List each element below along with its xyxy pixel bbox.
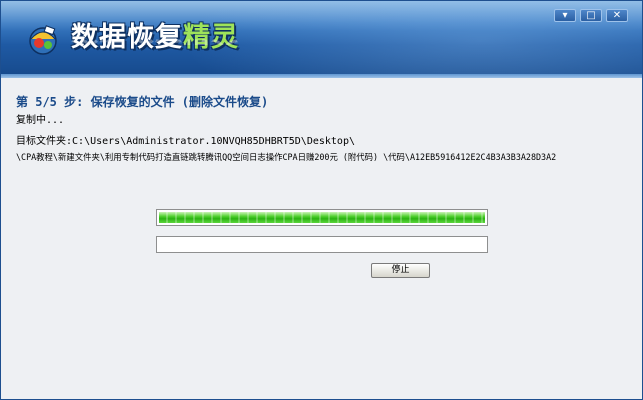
target-folder-path: C:\Users\Administrator.10NVQH85DHBRT5D\D… [72,136,355,147]
data-recovery-logo-icon [29,25,57,55]
app-title-reflection-main: 数据恢复 [71,34,183,45]
file-progress-fill [159,212,485,223]
app-title-reflection-accent: 精灵 [183,34,239,45]
minimize-button[interactable]: ▾ [554,9,576,22]
app-window: 数据恢复精灵 数据恢复精灵 ▾ □ ✕ 第 5/5 步: 保存恢复的文件 (删除… [0,0,643,400]
overall-progress-bar [156,236,488,253]
window-controls: ▾ □ ✕ [554,9,628,22]
main-content: 第 5/5 步: 保存恢复的文件 (删除文件恢复) 复制中... 目标文件夹:C… [1,78,642,399]
file-progress-bar [156,209,488,226]
app-title-reflection: 数据恢复精灵 [71,27,239,45]
step-title: 第 5/5 步: 保存恢复的文件 (删除文件恢复) [16,95,269,109]
stop-button[interactable]: 停止 [371,263,430,278]
target-folder: 目标文件夹:C:\Users\Administrator.10NVQH85DHB… [16,132,355,147]
maximize-button[interactable]: □ [580,9,602,22]
close-button[interactable]: ✕ [606,9,628,22]
status-text: 复制中... [16,115,65,126]
target-folder-label: 目标文件夹: [16,136,73,147]
current-file-path: \CPA教程\新建文件夹\利用专制代码打造直链跳转腾讯QQ空间日志操作CPA日赚… [16,152,557,162]
header-banner: 数据恢复精灵 数据恢复精灵 ▾ □ ✕ [1,1,642,74]
